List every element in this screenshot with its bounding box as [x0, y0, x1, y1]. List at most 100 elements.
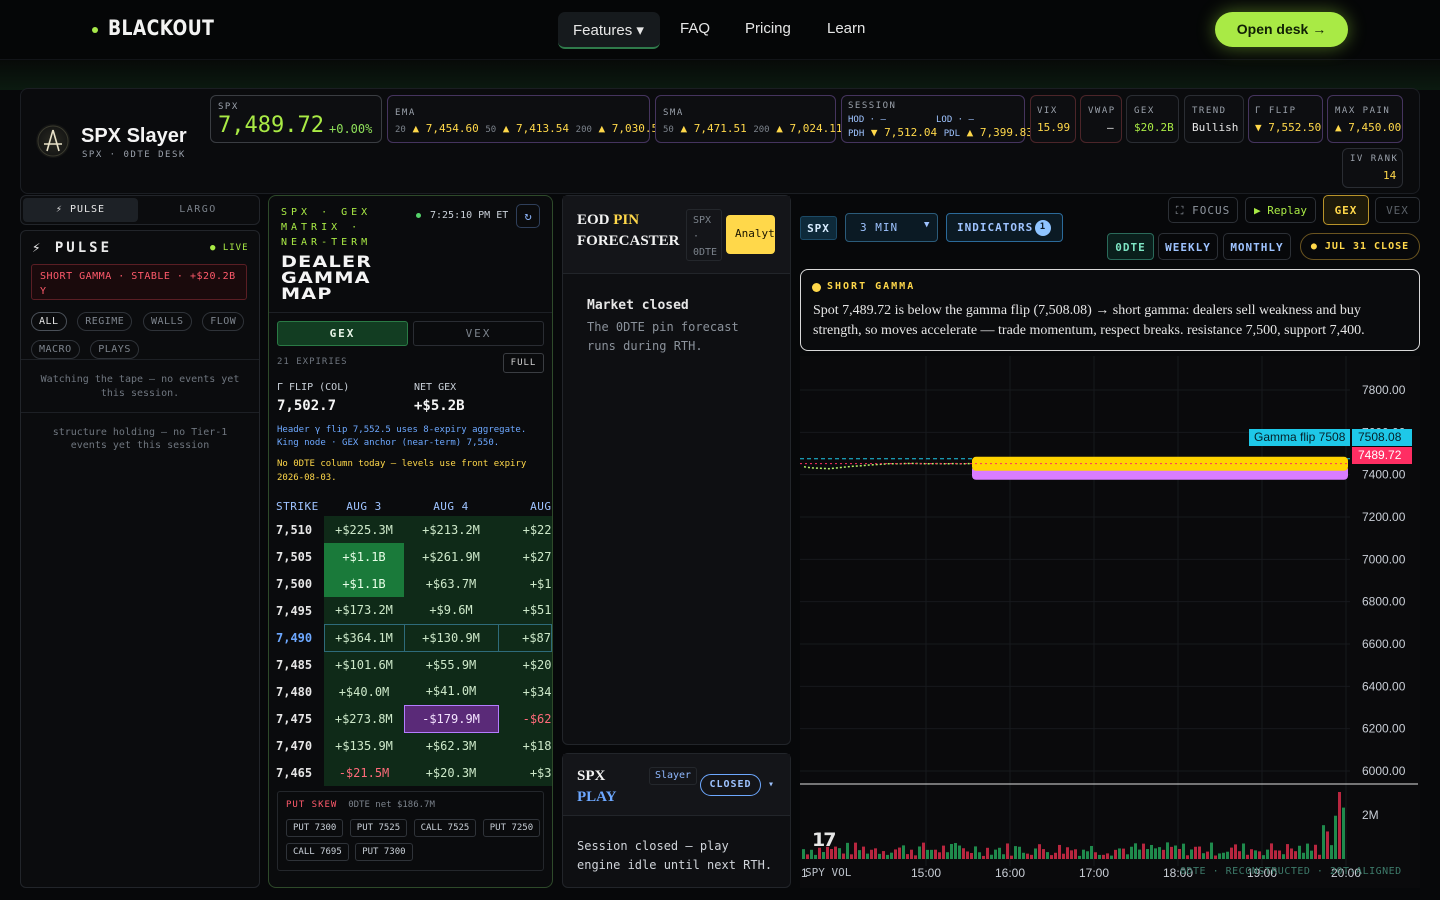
volume-bar [1062, 853, 1065, 859]
gex-toggle[interactable]: GEX [1323, 195, 1369, 225]
vix-label: VIX [1037, 106, 1058, 116]
refresh-icon[interactable]: ↻ [516, 204, 540, 228]
volume-bar [1230, 847, 1233, 859]
table-row[interactable]: 7,505 +$1.1B +$261.9M +$27 [276, 543, 552, 570]
gex-cell[interactable]: -$62 [498, 705, 552, 732]
table-row[interactable]: 7,465 -$21.5M +$20.3M +$3 [276, 759, 552, 786]
gex-cell[interactable]: +$20 [498, 651, 552, 678]
gex-cell[interactable]: +$63.7M [404, 570, 498, 597]
gex-cell[interactable]: +$34 [498, 678, 552, 705]
skew-chip[interactable]: CALL 7695 [286, 843, 349, 861]
col-aug4[interactable]: AUG 4 [404, 496, 498, 516]
symbol-select[interactable]: SPX [800, 216, 837, 240]
gex-cell[interactable]: +$9.6M [404, 597, 498, 624]
open-desk-button[interactable]: Open desk → [1215, 12, 1348, 47]
market-closed-line2: runs during RTH. [587, 339, 703, 353]
tab-gex[interactable]: GEX [277, 321, 408, 346]
gex-cell[interactable]: +$130.9M [403, 623, 499, 652]
gex-cell[interactable]: +$1 [498, 570, 552, 597]
gex-cell[interactable]: +$261.9M [404, 543, 498, 570]
gex-cell[interactable]: +$3 [498, 759, 552, 786]
filter-flow[interactable]: FLOW [202, 312, 245, 331]
analytics-badge[interactable]: Analyt [726, 215, 775, 254]
nav-learn[interactable]: Learn [827, 20, 865, 37]
gex-cell[interactable]: +$1.1B [324, 543, 404, 570]
volume-bar [846, 842, 849, 859]
spx-play-title: SPX PLAY [577, 766, 616, 808]
table-row[interactable]: 7,495 +$173.2M +$9.6M +$51 [276, 597, 552, 624]
table-row[interactable]: 7,470 +$135.9M +$62.3M +$18 [276, 732, 552, 759]
table-row[interactable]: 7,480 +$40.0M +$41.0M +$34 [276, 678, 552, 705]
filter-plays[interactable]: PLAYS [90, 340, 139, 359]
volume-bar [838, 848, 841, 859]
spx-play-line2: engine idle until next RTH. [577, 858, 773, 872]
jul-31-close-button[interactable]: ● JUL 31 CLOSE [1300, 233, 1420, 260]
focus-button[interactable]: ⛶ FOCUS [1168, 197, 1238, 223]
nav-pricing[interactable]: Pricing [745, 20, 791, 37]
regime-note-body: Spot 7,489.72 is below the gamma flip (7… [813, 303, 1365, 338]
full-button[interactable]: FULL [503, 353, 544, 373]
skew-chip[interactable]: CALL 7525 [413, 819, 477, 837]
gex-cell[interactable]: -$179.9M [403, 704, 499, 733]
gex-cell[interactable]: +$173.2M [324, 597, 404, 624]
table-row[interactable]: 7,500 +$1.1B +$63.7M +$1 [276, 570, 552, 597]
table-row[interactable]: 7,475 +$273.8M -$179.9M -$62 [276, 704, 552, 733]
gex-cell[interactable]: +$22 [498, 516, 552, 543]
range-weekly[interactable]: WEEKLY [1158, 233, 1218, 260]
iv-rank-value: 14 [1383, 169, 1397, 182]
replay-button[interactable]: ▶ Replay [1245, 197, 1316, 223]
play-dropdown-icon[interactable]: ▾ [768, 779, 774, 790]
pulse-empty-message: Watching the tape — no events yet this s… [21, 373, 259, 401]
filter-walls[interactable]: WALLS [142, 312, 192, 331]
tab-largo[interactable]: LARGO [140, 198, 256, 222]
strike-cell: 7,495 [276, 603, 313, 618]
skew-chip[interactable]: PUT 7525 [349, 819, 408, 837]
gex-cell[interactable]: +$364.1M [323, 623, 405, 652]
col-strike[interactable]: STRIKE [276, 496, 324, 516]
gex-cell[interactable]: +$41.0M [404, 678, 498, 705]
brand-logo[interactable]: BLACKOUT [108, 16, 214, 40]
gex-cell[interactable]: +$55.9M [404, 651, 498, 678]
table-row[interactable]: 7,485 +$101.6M +$55.9M +$20 [276, 651, 552, 678]
filter-regime[interactable]: REGIME [77, 312, 133, 331]
skew-chip[interactable]: PUT 7300 [286, 819, 344, 837]
filter-macro[interactable]: MACRO [31, 340, 80, 359]
table-row[interactable]: 7,510 +$225.3M +$213.2M +$22 [276, 516, 552, 543]
range-0dte[interactable]: 0DTE [1107, 233, 1154, 260]
gex-cell[interactable]: +$20.3M [404, 759, 498, 786]
range-monthly[interactable]: MONTHLY [1223, 233, 1291, 260]
sma-200-value: ▲ 7,024.11 [776, 122, 843, 135]
skew-chip[interactable]: PUT 7300 [355, 843, 413, 861]
volume-bar [942, 845, 945, 859]
table-row[interactable]: 7,490 +$364.1M +$130.9M +$87 [276, 623, 552, 652]
gex-cell[interactable]: +$87 [497, 623, 552, 652]
closed-badge: CLOSED [700, 774, 761, 796]
filter-all[interactable]: ALL [31, 312, 67, 331]
gex-cell[interactable]: +$62.3M [404, 732, 498, 759]
skew-chip[interactable]: PUT 7250 [482, 819, 541, 837]
vex-toggle[interactable]: VEX [1375, 197, 1420, 223]
nav-faq[interactable]: FAQ [680, 20, 710, 37]
gex-cell[interactable]: +$40.0M [324, 678, 404, 705]
volume-bar [1174, 845, 1177, 859]
volume-bar [886, 854, 889, 859]
interval-select[interactable]: 3 MIN ▼ [845, 213, 938, 242]
volume-bar [850, 854, 853, 859]
col-aug3[interactable]: AUG 3 [324, 496, 404, 516]
gex-cell[interactable]: +$273.8M [324, 705, 404, 732]
indicators-button[interactable]: INDICATORS 1 [946, 213, 1063, 242]
gex-cell[interactable]: +$101.6M [324, 651, 404, 678]
gex-cell[interactable]: +$51 [498, 597, 552, 624]
gex-cell[interactable]: +$225.3M [324, 516, 404, 543]
gex-cell[interactable]: -$21.5M [324, 759, 404, 786]
nav-features[interactable]: Features ▾ [558, 12, 660, 49]
tab-pulse[interactable]: ⚡ PULSE [23, 198, 138, 222]
gex-cell[interactable]: +$27 [498, 543, 552, 570]
gex-cell[interactable]: +$1.1B [324, 570, 404, 597]
gex-cell[interactable]: +$135.9M [324, 732, 404, 759]
volume-bar [1162, 849, 1165, 859]
tab-vex[interactable]: VEX [413, 321, 544, 346]
col-aug-next[interactable]: AUG [498, 496, 552, 516]
gex-cell[interactable]: +$18 [498, 732, 552, 759]
gex-cell[interactable]: +$213.2M [404, 516, 498, 543]
